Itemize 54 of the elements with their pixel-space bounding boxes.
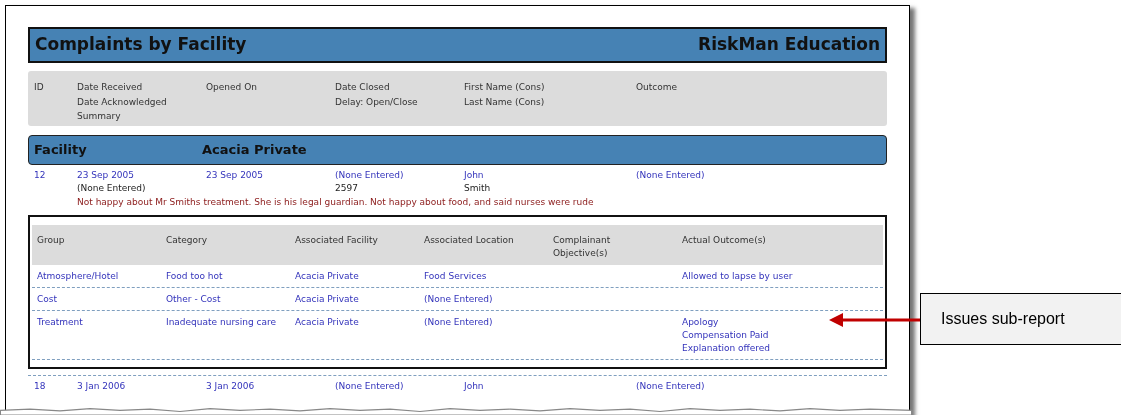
column-heading: Outcome xyxy=(636,81,678,94)
column-heading: Date Received xyxy=(77,81,143,94)
record-value: 3 Jan 2006 xyxy=(77,380,126,393)
report-title: Complaints by Facility xyxy=(35,33,247,57)
column-heading: First Name (Cons) xyxy=(464,81,545,94)
outcome-value: Explanation offered xyxy=(682,342,771,355)
issue-value: Cost xyxy=(37,294,57,304)
record-value: (None Entered) xyxy=(77,182,146,195)
column-heading: Opened On xyxy=(206,81,257,94)
summary-text: Not happy about Mr Smiths treatment. She is his legal guardian. Not happy about food, and said nurses were rude xyxy=(77,197,594,207)
column-heading: Date Closed xyxy=(335,81,390,94)
group-label: Facility xyxy=(34,141,88,160)
callout-text: Issues sub-report xyxy=(941,309,1065,329)
column-heading: Last Name (Cons) xyxy=(464,95,545,109)
column-heading: Associated Location xyxy=(424,234,514,247)
column-heading: Group xyxy=(37,234,65,247)
issue-value: Inadequate nursing care xyxy=(166,317,277,327)
arrow-icon xyxy=(829,313,921,327)
organization-name: RiskMan Education xyxy=(698,33,880,57)
record-value: (None Entered) xyxy=(636,169,705,182)
issue-value: Food too hot xyxy=(166,271,223,281)
outcome-value: Compensation Paid xyxy=(682,329,769,342)
record-value: Smith xyxy=(464,182,491,195)
issue-value: Acacia Private xyxy=(295,294,359,304)
column-heading: Delay: Open/Close xyxy=(335,95,418,109)
issue-value: (None Entered) xyxy=(424,294,493,304)
issue-value: Other - Cost xyxy=(166,294,221,304)
column-heading: ID xyxy=(34,81,44,94)
issue-value: Acacia Private xyxy=(295,317,359,327)
group-value: Acacia Private xyxy=(202,141,307,160)
issue-value: Food Services xyxy=(424,271,487,281)
column-heading: Actual Outcome(s) xyxy=(682,234,766,247)
issue-value: (None Entered) xyxy=(424,317,493,327)
issue-value: Atmosphere/Hotel xyxy=(37,271,119,281)
record-value: (None Entered) xyxy=(335,169,404,182)
column-heading: Date Acknowledged xyxy=(77,95,167,109)
record-value: John xyxy=(464,169,484,182)
issue-value: Treatment xyxy=(37,317,83,327)
record-value: 23 Sep 2005 xyxy=(77,169,135,182)
record-value: (None Entered) xyxy=(335,380,404,393)
record-value: John xyxy=(464,380,484,393)
issue-value: Acacia Private xyxy=(295,271,359,281)
record-value: 23 Sep 2005 xyxy=(206,169,264,182)
outcome-value: Apology xyxy=(682,316,719,329)
record-value: 12 xyxy=(34,169,46,182)
outcome-value: Allowed to lapse by user xyxy=(682,270,793,283)
column-heading: Summary xyxy=(77,110,121,123)
column-heading: Complainant Objective(s) xyxy=(553,234,612,260)
record-value: 2597 xyxy=(335,182,358,195)
column-heading: Associated Facility xyxy=(295,234,378,247)
record-value: 3 Jan 2006 xyxy=(206,380,255,393)
column-heading: Category xyxy=(166,234,208,247)
record-value: 18 xyxy=(34,380,46,393)
record-value: (None Entered) xyxy=(636,380,705,393)
